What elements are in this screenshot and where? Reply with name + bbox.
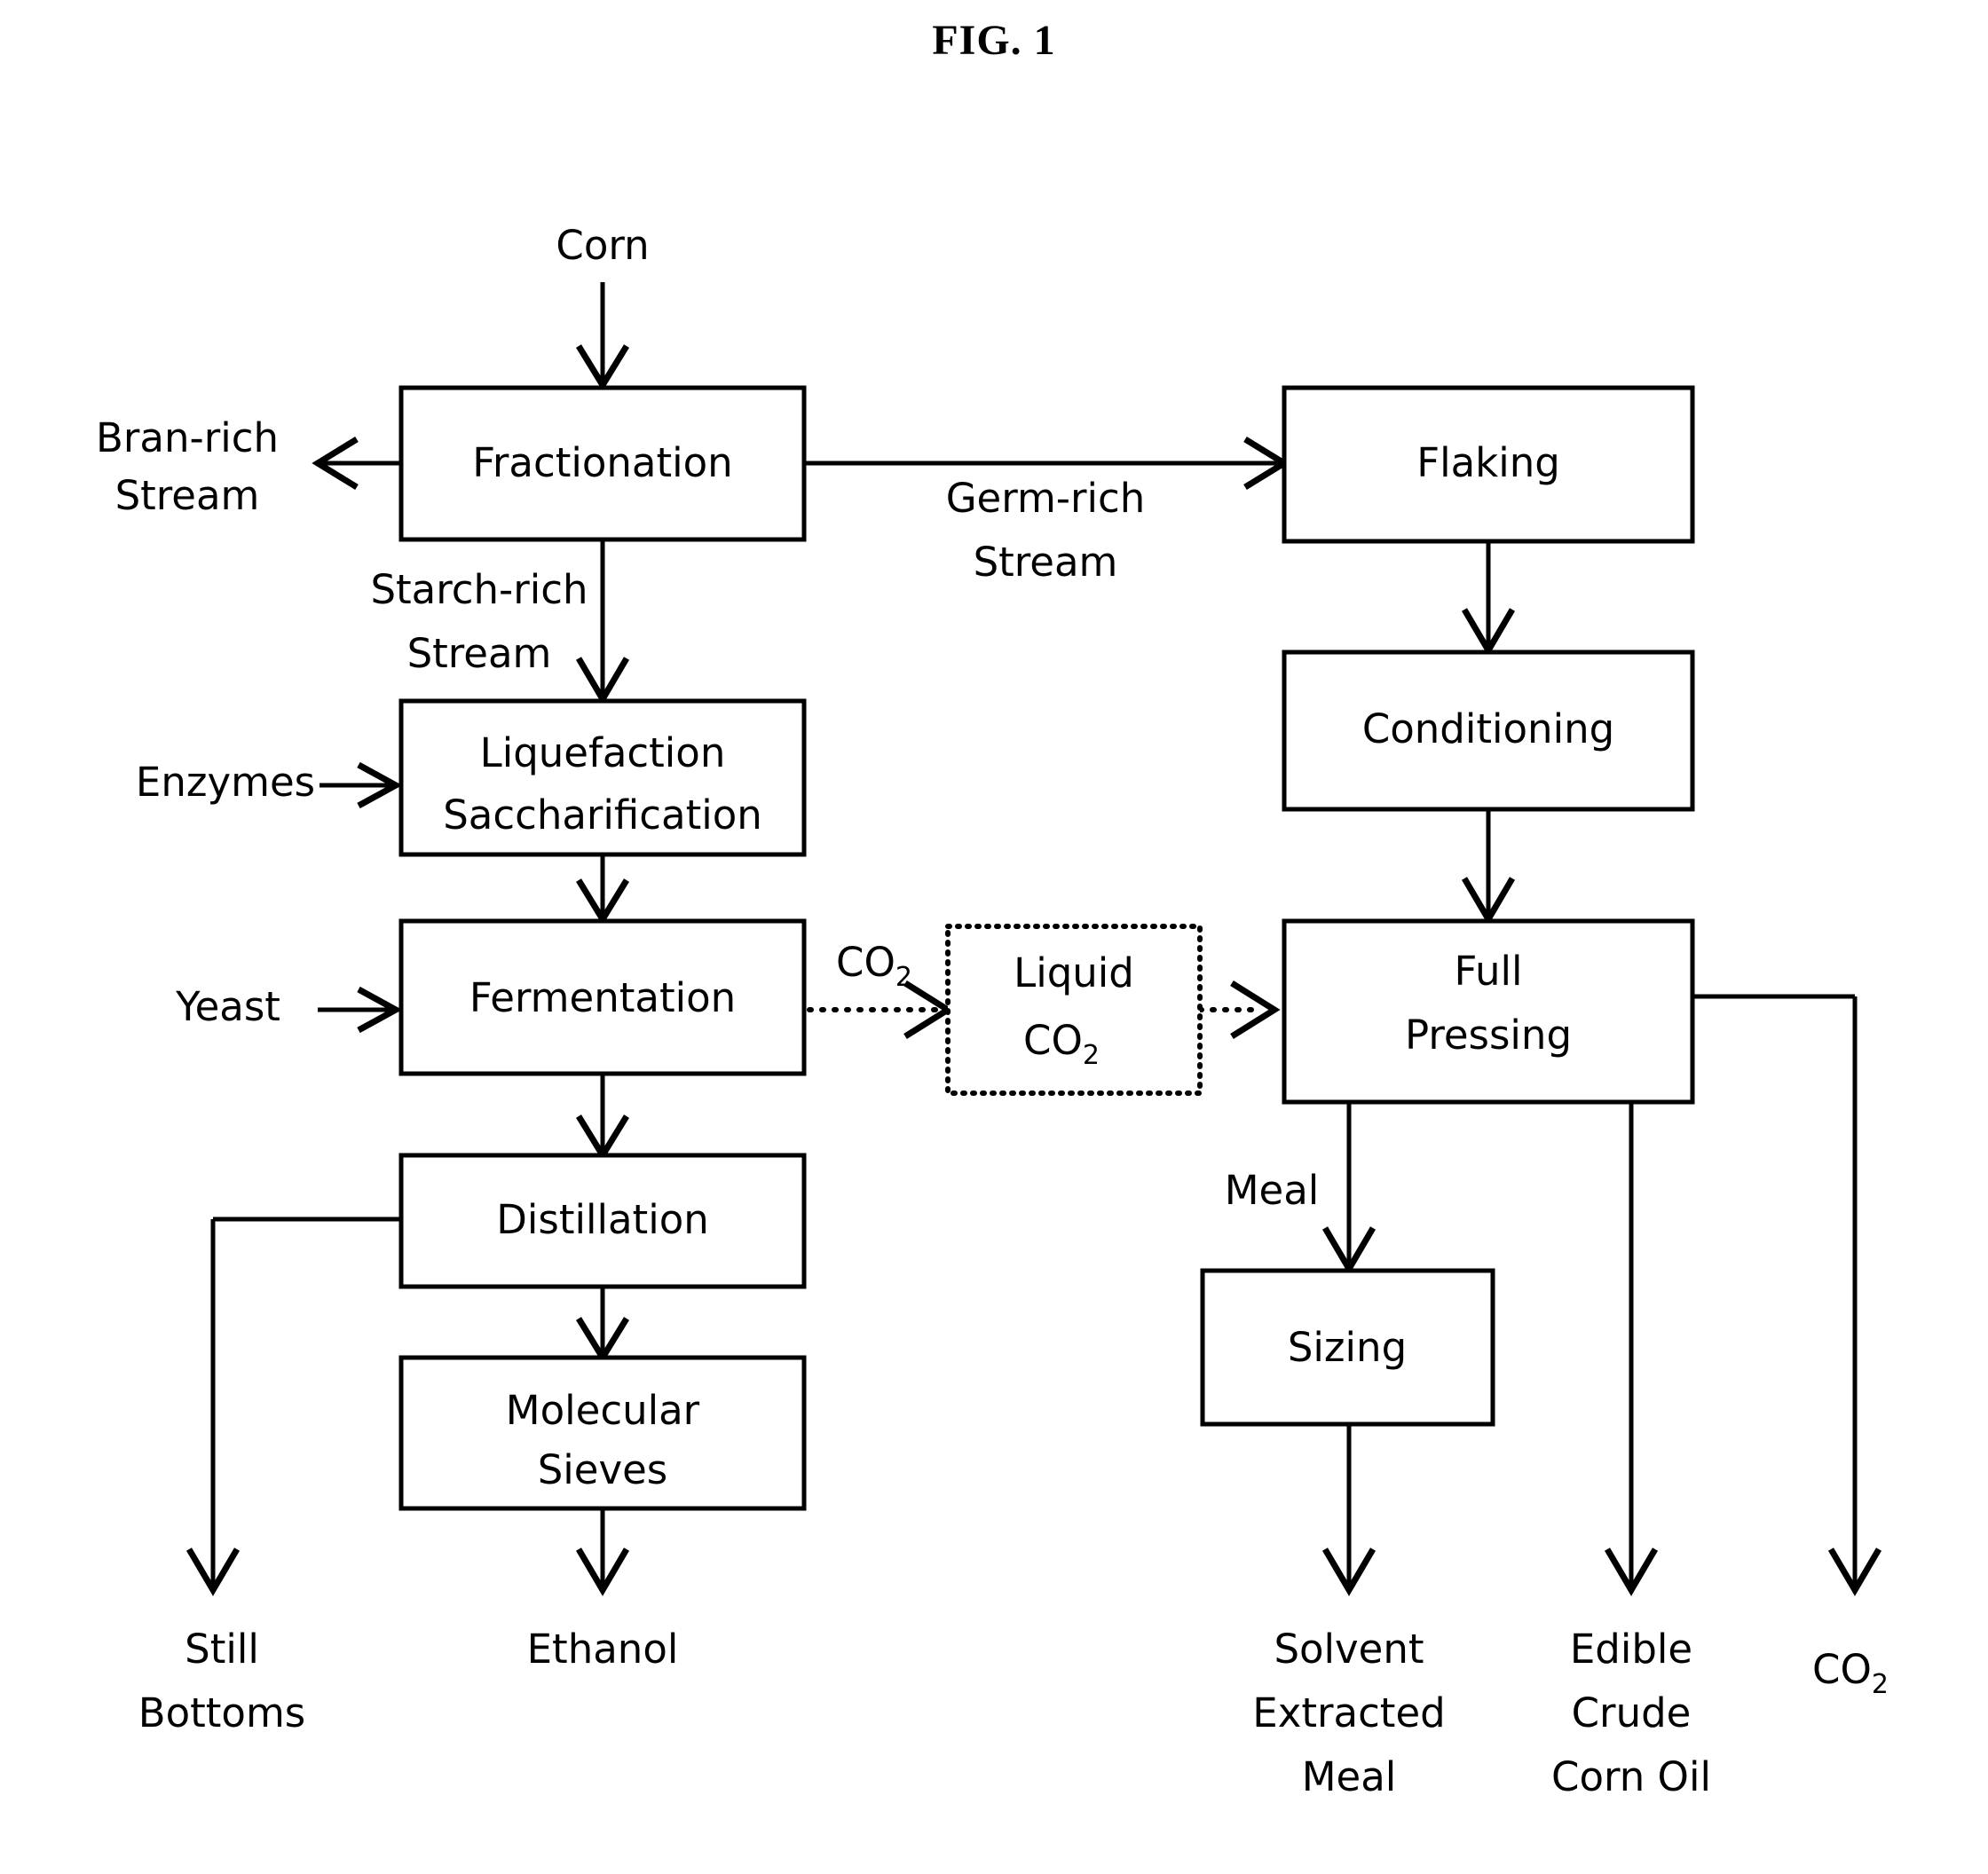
germ-rich-line2: Stream — [974, 539, 1118, 586]
box-molecular-sieves-label-line2: Sieves — [538, 1446, 668, 1493]
connector-molecular-sieves-to-ethanol — [575, 1508, 630, 1596]
box-liquid-co2[interactable]: Liquid CO2 — [945, 924, 1203, 1096]
box-conditioning[interactable]: Conditioning — [1282, 650, 1695, 812]
corn-oil-line1: Edible — [1570, 1626, 1692, 1673]
box-flaking-label: Flaking — [1416, 439, 1560, 486]
box-liquefaction-label-line1: Liquefaction — [480, 729, 726, 776]
input-label-corn: Corn — [556, 222, 649, 269]
input-label-yeast: Yeast — [175, 983, 280, 1030]
connector-distillation-to-molecular-sieves — [576, 1287, 629, 1364]
box-sizing[interactable]: Sizing — [1200, 1268, 1495, 1427]
bran-rich-line2: Stream — [115, 472, 260, 519]
solvent-meal-line3: Meal — [1302, 1753, 1397, 1800]
connector-full-pressing-to-co2 — [1691, 994, 1882, 1596]
box-molecular-sieves-label-line1: Molecular — [506, 1387, 700, 1434]
box-distillation-label: Distillation — [496, 1196, 709, 1243]
connector-enzymes-to-liquefaction — [320, 761, 403, 809]
connector-sizing-to-solvent-extracted-meal — [1321, 1424, 1377, 1596]
stream-label-bran-rich: Bran-rich Stream — [96, 414, 279, 519]
connector-liquefaction-to-fermentation — [576, 854, 629, 925]
box-molecular-sieves[interactable]: Molecular Sieves — [398, 1355, 807, 1511]
germ-rich-line1: Germ-rich — [946, 475, 1146, 522]
box-fractionation-label: Fractionation — [472, 439, 732, 486]
box-full-pressing-label-line1: Full — [1455, 948, 1523, 995]
connector-corn-to-fractionation — [576, 282, 629, 391]
connector-full-pressing-to-corn-oil — [1604, 1102, 1659, 1596]
connector-fractionation-to-liquefaction — [575, 539, 630, 705]
box-full-pressing-label-line2: Pressing — [1405, 1012, 1572, 1059]
box-fermentation-label: Fermentation — [469, 974, 736, 1021]
stream-label-co2-fermentation: CO2 — [836, 939, 912, 993]
corn-oil-line2: Crude — [1572, 1689, 1692, 1736]
output-label-still-bottoms: Still Bottoms — [138, 1626, 306, 1736]
connector-yeast-to-fermentation — [318, 986, 403, 1034]
starch-rich-line1: Starch-rich — [370, 566, 588, 613]
figure-root: FIG. 1 Fractionation Liquefaction Saccha… — [0, 0, 1988, 1874]
input-label-enzymes: Enzymes — [136, 759, 315, 806]
stream-label-meal: Meal — [1225, 1167, 1320, 1214]
bran-rich-line1: Bran-rich — [96, 414, 279, 461]
still-bottoms-line2: Bottoms — [138, 1689, 306, 1736]
connector-fermentation-to-distillation — [576, 1074, 629, 1161]
connector-fractionation-to-bran — [312, 437, 401, 490]
starch-rich-line2: Stream — [407, 630, 552, 677]
connector-distillation-to-still-bottoms — [185, 1217, 401, 1596]
box-distillation[interactable]: Distillation — [398, 1153, 807, 1289]
connector-fermentation-to-liquid-co2 — [807, 980, 954, 1039]
box-flaking[interactable]: Flaking — [1282, 385, 1695, 544]
box-conditioning-label: Conditioning — [1362, 705, 1614, 752]
box-fractionation[interactable]: Fractionation — [398, 385, 807, 542]
box-liquefaction-label-line2: Saccharification — [443, 791, 762, 839]
process-flow-diagram: Fractionation Liquefaction Saccharificat… — [96, 222, 1889, 1800]
still-bottoms-line1: Still — [185, 1626, 259, 1673]
stream-label-starch-rich: Starch-rich Stream — [370, 566, 588, 677]
output-label-edible-crude-corn-oil: Edible Crude Corn Oil — [1551, 1626, 1711, 1800]
stream-label-germ-rich: Germ-rich Stream — [946, 475, 1146, 586]
output-label-co2: CO2 — [1812, 1646, 1889, 1700]
connector-liquid-co2-to-full-pressing — [1197, 980, 1281, 1039]
connector-full-pressing-to-sizing — [1321, 1102, 1377, 1275]
box-full-pressing[interactable]: Full Pressing — [1282, 918, 1695, 1105]
output-label-ethanol: Ethanol — [527, 1626, 679, 1673]
output-label-solvent-extracted-meal: Solvent Extracted Meal — [1252, 1626, 1445, 1800]
box-liquefaction-saccharification[interactable]: Liquefaction Saccharification — [398, 698, 807, 857]
box-liquid-co2-label-line1: Liquid — [1014, 949, 1134, 996]
connector-flaking-to-conditioning — [1461, 541, 1516, 657]
solvent-meal-line1: Solvent — [1274, 1626, 1424, 1673]
solvent-meal-line2: Extracted — [1252, 1689, 1445, 1736]
connector-conditioning-to-full-pressing — [1461, 809, 1516, 925]
corn-oil-line3: Corn Oil — [1551, 1753, 1711, 1800]
box-fermentation[interactable]: Fermentation — [398, 918, 807, 1076]
box-sizing-label: Sizing — [1288, 1324, 1407, 1371]
